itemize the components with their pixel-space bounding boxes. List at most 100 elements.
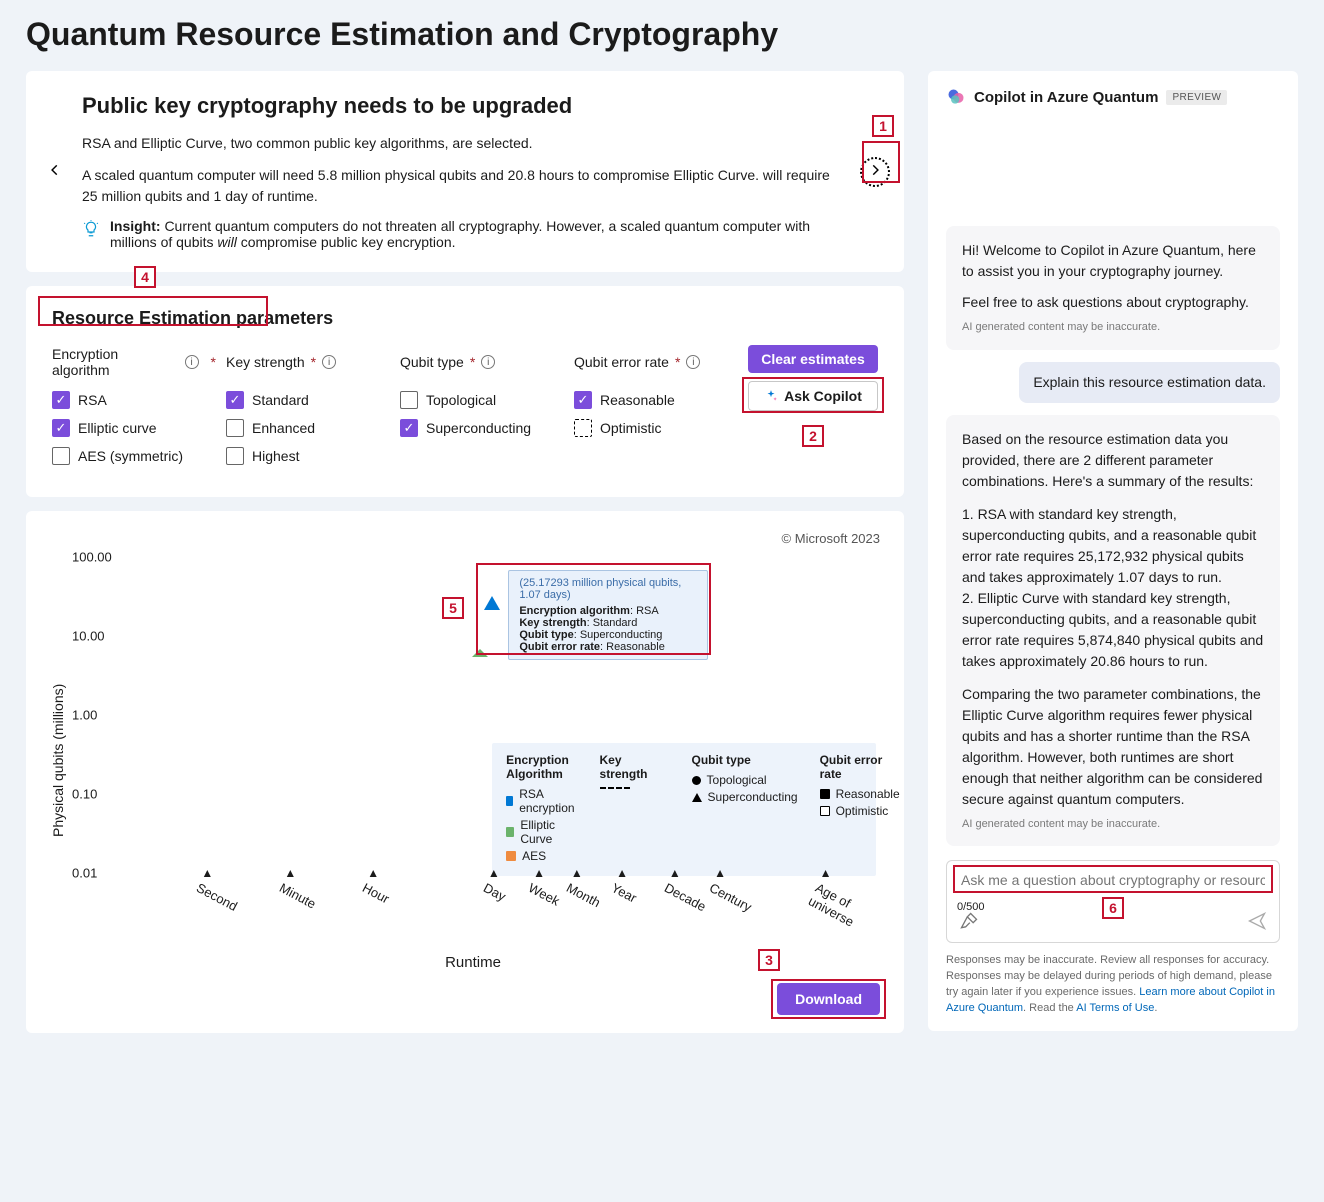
param-col-error-rate: Qubit error rate *i ✓Reasonable Optimist… bbox=[574, 345, 738, 447]
insight-body: Insight: Current quantum computers do no… bbox=[110, 218, 848, 250]
chart-ylabel: Physical qubits (millions) bbox=[50, 550, 66, 971]
param-label-algorithm: Encryption algorithm bbox=[52, 346, 179, 378]
checkbox-icon: ✓ bbox=[52, 419, 70, 437]
checkbox-icon: ✓ bbox=[52, 391, 70, 409]
chart-xaxis: ▲Second ▲Minute ▲Hour ▲Day ▲Week ▲Month … bbox=[126, 880, 880, 950]
copilot-welcome-bubble: Hi! Welcome to Copilot in Azure Quantum,… bbox=[946, 226, 1280, 350]
chk-label: Superconducting bbox=[426, 420, 531, 436]
param-col-qubit-type: Qubit type *i Topological ✓Superconducti… bbox=[400, 345, 564, 447]
legend-item: Superconducting bbox=[708, 790, 798, 804]
char-counter: 0/500 bbox=[957, 901, 985, 913]
copilot-fineprint: Responses may be inaccurate. Review all … bbox=[946, 953, 1280, 1017]
ytick: 0.10 bbox=[72, 787, 97, 802]
xtick: Second bbox=[194, 880, 240, 914]
chk-elliptic-curve[interactable]: ✓Elliptic curve bbox=[52, 419, 216, 437]
xtick: Day bbox=[481, 880, 508, 904]
copilot-title: Copilot in Azure Quantum bbox=[974, 89, 1158, 106]
chk-standard[interactable]: ✓Standard bbox=[226, 391, 390, 409]
xtick: Week bbox=[526, 880, 562, 909]
xtick: Minute bbox=[277, 880, 319, 912]
clear-estimates-button[interactable]: Clear estimates bbox=[748, 345, 878, 373]
callout-box-5 bbox=[476, 563, 711, 655]
copilot-disclaimer: AI generated content may be inaccurate. bbox=[962, 816, 1264, 833]
legend-item: RSA encryption bbox=[519, 787, 577, 815]
chk-rsa[interactable]: ✓ RSA bbox=[52, 391, 216, 409]
legend-item: Elliptic Curve bbox=[520, 818, 577, 846]
checkbox-icon bbox=[574, 419, 592, 437]
copilot-welcome-2: Feel free to ask questions about cryptog… bbox=[962, 292, 1264, 313]
chk-label: AES (symmetric) bbox=[78, 448, 183, 464]
copilot-panel: Copilot in Azure Quantum PREVIEW Hi! Wel… bbox=[928, 71, 1298, 1031]
chk-label: Reasonable bbox=[600, 392, 675, 408]
chk-aes[interactable]: AES (symmetric) bbox=[52, 447, 216, 465]
param-label-key: Key strength bbox=[226, 354, 305, 370]
terms-link[interactable]: AI Terms of Use bbox=[1076, 1002, 1154, 1014]
chk-label: Enhanced bbox=[252, 420, 315, 436]
param-col-algorithm: Encryption algorithmi* ✓RSA ✓Elliptic cu… bbox=[52, 345, 216, 475]
chk-label: Standard bbox=[252, 392, 309, 408]
insight-text-em: will bbox=[217, 234, 236, 250]
ytick: 10.00 bbox=[72, 628, 105, 643]
copilot-welcome-1: Hi! Welcome to Copilot in Azure Quantum,… bbox=[962, 240, 1264, 282]
chk-reasonable[interactable]: ✓Reasonable bbox=[574, 391, 738, 409]
clear-chat-button[interactable] bbox=[959, 911, 979, 934]
insight-line-2: A scaled quantum computer will need 5.8 … bbox=[82, 165, 848, 208]
insight-line-1: RSA and Elliptic Curve, two common publi… bbox=[82, 133, 848, 155]
answer-p3: 2. Elliptic Curve with standard key stre… bbox=[962, 588, 1264, 672]
send-button[interactable] bbox=[1247, 911, 1267, 934]
chart-legend: Encryption Algorithm RSA encryption Elli… bbox=[492, 743, 876, 876]
broom-icon bbox=[959, 911, 979, 931]
lightbulb-icon bbox=[82, 220, 100, 241]
chk-topological[interactable]: Topological bbox=[400, 391, 564, 409]
fine-text: . Read the bbox=[1023, 1002, 1076, 1014]
answer-p4: Comparing the two parameter combinations… bbox=[962, 684, 1264, 810]
xtick: Year bbox=[609, 880, 639, 906]
chk-label: Topological bbox=[426, 392, 496, 408]
answer-p2: 1. RSA with standard key strength, super… bbox=[962, 504, 1264, 588]
callout-num-1: 1 bbox=[872, 115, 894, 137]
checkbox-icon bbox=[226, 419, 244, 437]
insight-label: Insight: bbox=[110, 218, 161, 234]
param-col-key-strength: Key strength *i ✓Standard Enhanced Highe… bbox=[226, 345, 390, 475]
legend-tri-icon bbox=[692, 793, 702, 802]
chk-label: RSA bbox=[78, 392, 107, 408]
legend-head: Encryption Algorithm bbox=[506, 753, 577, 781]
chart-plot[interactable]: 100.00 10.00 1.00 0.10 0.01 (25.17293 mi… bbox=[72, 550, 880, 880]
xtick: Hour bbox=[360, 880, 392, 906]
legend-item: Topological bbox=[707, 773, 767, 787]
chart-card: © Microsoft 2023 Physical qubits (millio… bbox=[26, 511, 904, 1033]
param-label-err: Qubit error rate bbox=[574, 354, 669, 370]
info-icon[interactable]: i bbox=[322, 355, 336, 369]
legend-head: Key strength bbox=[600, 753, 670, 781]
callout-num-6: 6 bbox=[1102, 897, 1124, 919]
legend-item: Optimistic bbox=[836, 804, 889, 818]
chk-label: Optimistic bbox=[600, 420, 661, 436]
info-icon[interactable]: i bbox=[481, 355, 495, 369]
ytick: 1.00 bbox=[72, 708, 97, 723]
callout-num-2: 2 bbox=[802, 425, 824, 447]
page-title: Quantum Resource Estimation and Cryptogr… bbox=[26, 16, 1298, 53]
preview-badge: PREVIEW bbox=[1166, 90, 1227, 105]
insight-prev-button[interactable] bbox=[40, 157, 70, 187]
copilot-logo-icon bbox=[946, 87, 966, 107]
insight-heading: Public key cryptography needs to be upgr… bbox=[82, 93, 848, 119]
info-icon[interactable]: i bbox=[185, 355, 199, 369]
legend-head: Qubit type bbox=[692, 753, 798, 767]
insight-card: 1 Public key cryptography needs to be up… bbox=[26, 71, 904, 272]
copilot-disclaimer: AI generated content may be inaccurate. bbox=[962, 319, 1264, 336]
info-icon[interactable]: i bbox=[686, 355, 700, 369]
legend-swatch bbox=[820, 806, 830, 816]
chk-enhanced[interactable]: Enhanced bbox=[226, 419, 390, 437]
chk-highest[interactable]: Highest bbox=[226, 447, 390, 465]
param-label-qubit: Qubit type bbox=[400, 354, 464, 370]
callout-num-5: 5 bbox=[442, 597, 464, 619]
chk-optimistic[interactable]: Optimistic bbox=[574, 419, 738, 437]
send-icon bbox=[1247, 911, 1267, 931]
xtick: Century bbox=[707, 880, 754, 915]
legend-item: AES bbox=[522, 849, 546, 863]
legend-swatch bbox=[820, 789, 830, 799]
insight-text-b: compromise public key encryption. bbox=[237, 234, 456, 250]
chk-superconducting[interactable]: ✓Superconducting bbox=[400, 419, 564, 437]
xtick: Month bbox=[564, 880, 603, 910]
callout-box-2 bbox=[742, 377, 884, 413]
